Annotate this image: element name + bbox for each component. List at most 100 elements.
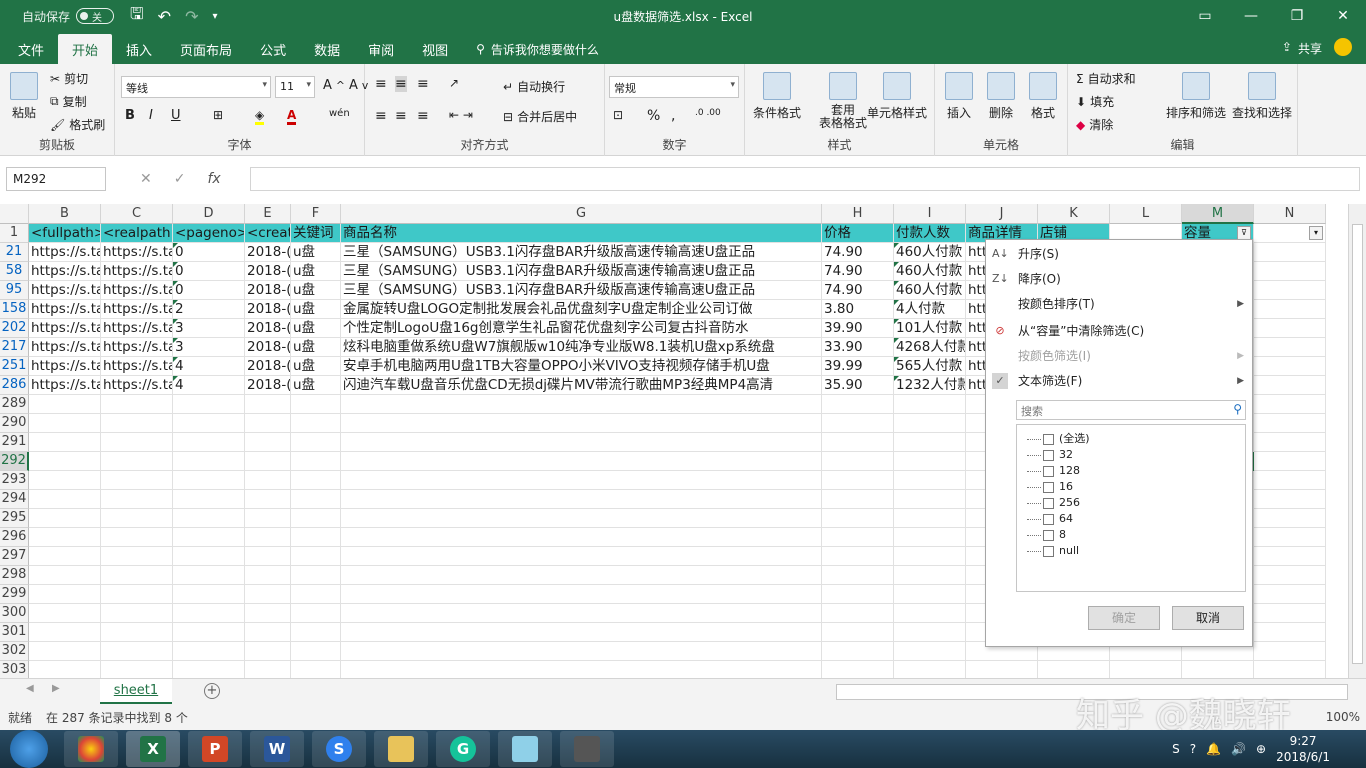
table-cell[interactable]	[1254, 281, 1326, 300]
row-header[interactable]: 299	[0, 585, 29, 604]
empty-cell[interactable]	[173, 661, 245, 678]
table-cell[interactable]: u盘	[291, 243, 341, 262]
ok-button[interactable]: 确定	[1088, 606, 1160, 630]
header-cell[interactable]: <creat	[245, 224, 291, 243]
row-header[interactable]: 21	[0, 243, 29, 262]
table-cell[interactable]: https://s.ta	[29, 338, 101, 357]
vertical-scroll-thumb[interactable]	[1352, 224, 1363, 664]
save-icon[interactable]: 🖫	[130, 3, 144, 30]
empty-cell[interactable]	[101, 471, 173, 490]
orientation-icon[interactable]: ↗	[449, 76, 459, 90]
empty-cell[interactable]	[245, 433, 291, 452]
feedback-smiley-icon[interactable]	[1334, 38, 1352, 56]
tab-home[interactable]: 开始	[58, 34, 113, 64]
header-cell[interactable]: 付款人数	[894, 224, 966, 243]
filter-dropdown-icon[interactable]: ▾	[1309, 226, 1323, 240]
table-cell[interactable]: 3.80	[822, 300, 894, 319]
italic-icon[interactable]: I	[149, 108, 153, 123]
empty-cell[interactable]	[173, 414, 245, 433]
empty-cell[interactable]	[291, 547, 341, 566]
empty-cell[interactable]	[1254, 623, 1326, 642]
header-cell[interactable]: <fullpath>	[29, 224, 101, 243]
row-header[interactable]: 291	[0, 433, 29, 452]
phonetic-icon[interactable]: wén	[329, 108, 350, 119]
filter-value-item[interactable]: 64	[1027, 511, 1073, 527]
table-cell[interactable]: 460人付款	[894, 243, 966, 262]
empty-cell[interactable]	[245, 471, 291, 490]
empty-cell[interactable]	[29, 604, 101, 623]
cancel-button[interactable]: 取消	[1172, 606, 1244, 630]
empty-cell[interactable]	[173, 509, 245, 528]
table-cell[interactable]: https://s.ta	[101, 338, 173, 357]
checkbox[interactable]	[1043, 433, 1054, 445]
column-header-i[interactable]: I	[894, 204, 966, 224]
align-top-icon[interactable]: ≡	[375, 76, 387, 92]
table-cell[interactable]: 74.90	[822, 281, 894, 300]
redo-icon[interactable]: ↷	[185, 7, 198, 26]
table-cell[interactable]: 0	[173, 262, 245, 281]
table-cell[interactable]: 2018-(	[245, 319, 291, 338]
table-cell[interactable]: 闪迪汽车载U盘音乐优盘CD无损dj碟片MV带流行歌曲MP3经典MP4高清	[341, 376, 822, 395]
empty-cell[interactable]	[341, 414, 822, 433]
empty-cell[interactable]	[101, 414, 173, 433]
empty-cell[interactable]	[341, 585, 822, 604]
empty-cell[interactable]	[1254, 604, 1326, 623]
column-header-b[interactable]: B	[29, 204, 101, 224]
header-cell[interactable]: 价格	[822, 224, 894, 243]
table-cell[interactable]: 35.90	[822, 376, 894, 395]
row-header[interactable]: 294	[0, 490, 29, 509]
tab-insert[interactable]: 插入	[112, 34, 166, 64]
empty-cell[interactable]	[1254, 395, 1326, 414]
empty-cell[interactable]	[29, 661, 101, 678]
filter-value-item[interactable]: 32	[1027, 447, 1073, 463]
empty-cell[interactable]	[341, 490, 822, 509]
table-cell[interactable]	[1254, 357, 1326, 376]
column-header-c[interactable]: C	[101, 204, 173, 224]
empty-cell[interactable]	[173, 433, 245, 452]
align-left-icon[interactable]: ≡	[375, 108, 387, 124]
row-header[interactable]: 301	[0, 623, 29, 642]
empty-cell[interactable]	[29, 433, 101, 452]
empty-cell[interactable]	[245, 414, 291, 433]
taskbar-app-chrome[interactable]	[64, 731, 118, 767]
ribbon-display-icon[interactable]: ▭	[1182, 0, 1228, 32]
empty-cell[interactable]	[1254, 642, 1326, 661]
checkbox[interactable]	[1043, 481, 1054, 493]
table-cell[interactable]: 101人付款	[894, 319, 966, 338]
table-cell[interactable]	[1254, 243, 1326, 262]
autosave[interactable]: 自动保存 关	[22, 8, 115, 25]
format-painter-button[interactable]: 🖌 格式刷	[50, 116, 105, 133]
filter-value-item[interactable]: null	[1027, 543, 1079, 559]
empty-cell[interactable]	[1254, 452, 1326, 471]
tab-page-layout[interactable]: 页面布局	[166, 34, 246, 64]
sheet-tab[interactable]: sheet1	[100, 679, 172, 704]
empty-cell[interactable]	[291, 604, 341, 623]
sort-descending-item[interactable]: Z↓ 降序(O)	[986, 268, 1252, 290]
add-sheet-icon[interactable]: +	[204, 683, 220, 699]
table-cell[interactable]: 4	[173, 357, 245, 376]
table-cell[interactable]: 2	[173, 300, 245, 319]
empty-cell[interactable]	[291, 566, 341, 585]
table-cell[interactable]	[1254, 262, 1326, 281]
empty-cell[interactable]	[822, 585, 894, 604]
empty-cell[interactable]	[894, 585, 966, 604]
empty-cell[interactable]	[822, 395, 894, 414]
table-cell[interactable]: 460人付款	[894, 262, 966, 281]
table-cell[interactable]: 39.99	[822, 357, 894, 376]
table-cell[interactable]: u盘	[291, 357, 341, 376]
row-header[interactable]: 293	[0, 471, 29, 490]
tab-view[interactable]: 视图	[408, 34, 462, 64]
empty-cell[interactable]	[101, 604, 173, 623]
table-cell[interactable]: 3	[173, 338, 245, 357]
column-header-f[interactable]: F	[291, 204, 341, 224]
empty-cell[interactable]	[245, 547, 291, 566]
empty-cell[interactable]	[1254, 585, 1326, 604]
empty-cell[interactable]	[894, 623, 966, 642]
border-icon[interactable]: ⊞	[213, 108, 223, 122]
empty-cell[interactable]	[894, 490, 966, 509]
align-middle-icon[interactable]: ≡	[395, 76, 407, 92]
paste-button[interactable]: 粘贴	[10, 72, 38, 121]
column-header-m[interactable]: M	[1182, 204, 1254, 224]
empty-cell[interactable]	[291, 509, 341, 528]
table-cell[interactable]: u盘	[291, 338, 341, 357]
